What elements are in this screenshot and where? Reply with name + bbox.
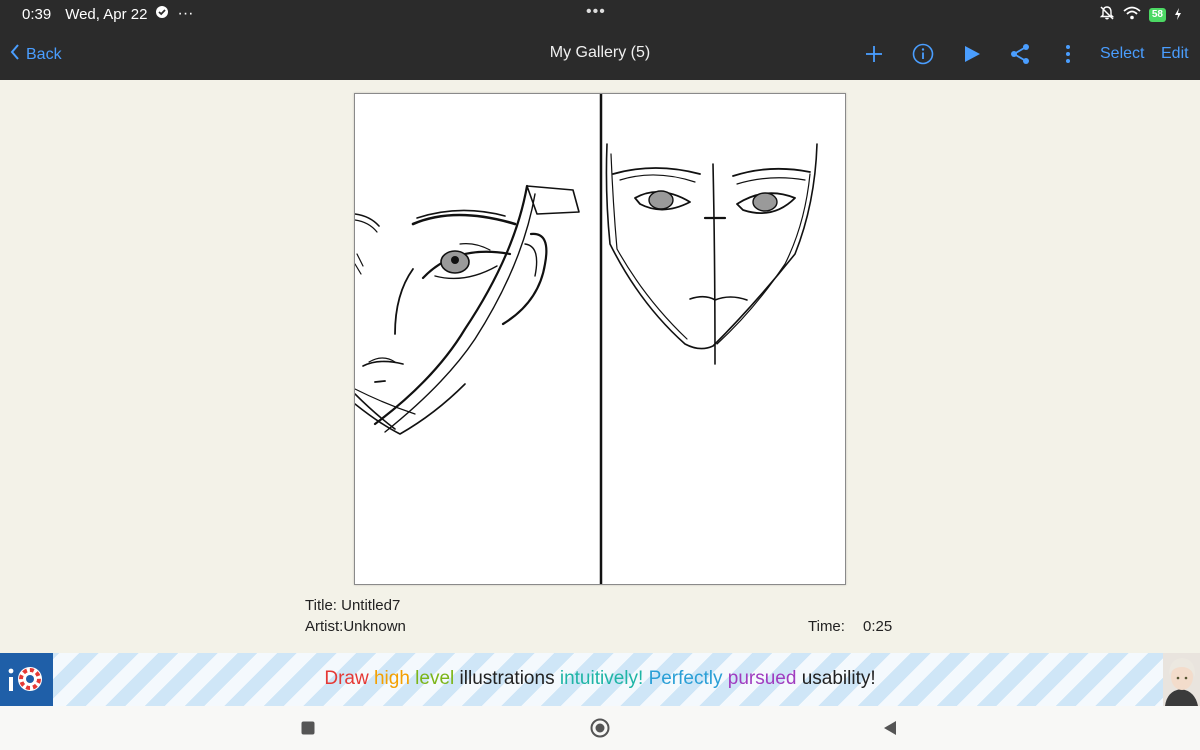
add-icon[interactable] — [862, 42, 886, 66]
ad-segment: intuitively! — [559, 668, 649, 689]
back-triangle-icon[interactable] — [883, 720, 897, 741]
check-circle-icon — [155, 5, 169, 23]
status-left: 0:39 Wed, Apr 22 ··· — [22, 5, 193, 23]
mute-bell-icon — [1099, 5, 1115, 25]
ad-segment: pursued — [727, 668, 802, 689]
back-button[interactable]: Back — [10, 44, 62, 65]
ad-segment: Draw — [324, 668, 374, 689]
ad-segment: high — [373, 668, 416, 689]
time-value: 0:25 — [863, 618, 893, 635]
artwork-title: Title: Untitled7 — [305, 597, 401, 614]
status-more: ··· — [177, 5, 194, 22]
ad-segment: Perfectly — [648, 668, 728, 689]
artwork-artist: Artist:Unknown — [305, 618, 406, 635]
ad-character-image — [1163, 653, 1200, 706]
select-button[interactable]: Select — [1100, 45, 1144, 63]
ad-segment: level — [415, 668, 460, 689]
chevron-left-icon — [10, 44, 20, 65]
battery-indicator: 58 — [1148, 8, 1166, 22]
home-circle-icon[interactable] — [590, 718, 610, 743]
share-icon[interactable] — [1008, 42, 1032, 66]
back-label: Back — [26, 45, 62, 63]
artwork-preview[interactable] — [354, 92, 846, 586]
status-date: Wed, Apr 22 — [65, 5, 148, 23]
navigation-bar: Back My Gallery (5) Select Edit — [0, 28, 1200, 80]
more-vertical-icon[interactable] — [1056, 42, 1080, 66]
sketch-drawing — [354, 92, 818, 586]
wifi-icon — [1123, 6, 1141, 24]
ad-text: Draw high level illustrations intuitivel… — [0, 668, 1200, 690]
status-right: 58 — [1099, 5, 1182, 25]
charging-bolt-icon — [1174, 7, 1182, 24]
time-label: Time: — [808, 618, 845, 635]
system-navigation-bar — [0, 706, 1200, 750]
info-icon[interactable] — [911, 42, 935, 66]
ad-banner[interactable]: Draw high level illustrations intuitivel… — [0, 653, 1200, 706]
recent-apps-square-icon[interactable] — [301, 721, 315, 740]
edit-button[interactable]: Edit — [1161, 45, 1189, 63]
ad-segment: illustrations — [459, 668, 560, 689]
play-icon[interactable] — [960, 42, 984, 66]
status-bar: 0:39 Wed, Apr 22 ··· ••• 58 — [0, 0, 1200, 28]
status-time: 0:39 — [22, 5, 52, 23]
multitask-handle[interactable]: ••• — [586, 3, 606, 21]
ad-segment: usability! — [801, 668, 876, 689]
